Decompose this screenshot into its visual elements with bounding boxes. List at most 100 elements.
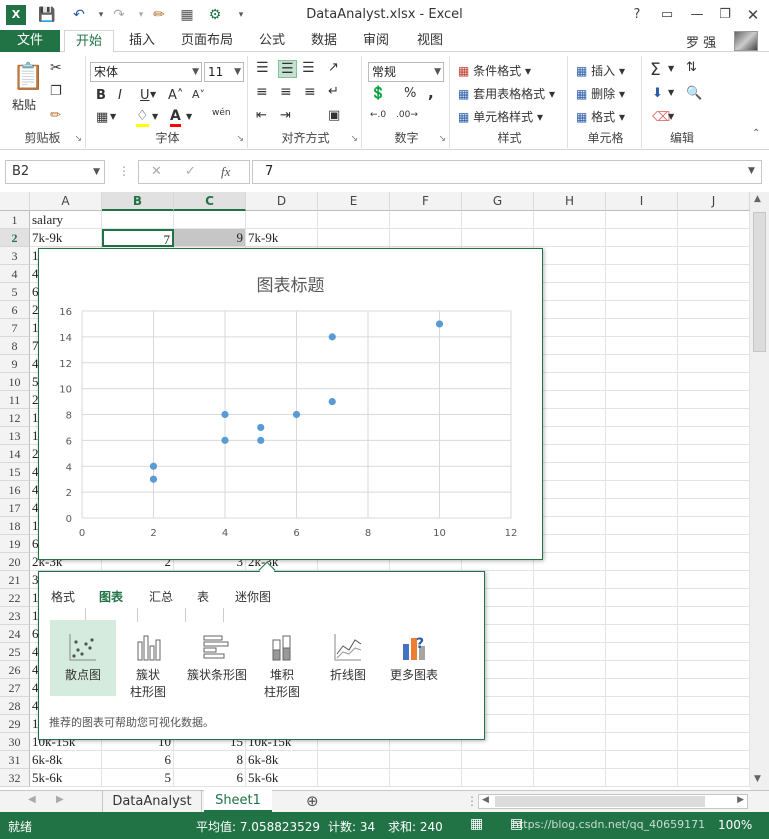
cell-i22[interactable] [606,589,678,607]
delete-cells-button[interactable]: ▦ 删除 ▾ [576,85,625,102]
row-header[interactable]: 15 [0,463,30,481]
cell-f31[interactable] [390,751,462,769]
cell-a31[interactable]: 6k-8k [30,751,102,769]
comma-button[interactable]: , [428,84,434,102]
cell-e32[interactable] [318,769,390,787]
cell-e31[interactable] [318,751,390,769]
cell-i21[interactable] [606,571,678,589]
cell-i17[interactable] [606,499,678,517]
sheet-tab-sheet1[interactable]: Sheet1 [204,790,272,812]
underline-button[interactable]: U [140,88,150,103]
borders-dropdown-icon[interactable]: ▼ [110,112,116,121]
cell-i4[interactable] [606,265,678,283]
cell-h1[interactable] [534,211,606,229]
cell-d31[interactable]: 6k-8k [246,751,318,769]
cell-j25[interactable] [678,643,750,661]
row-header[interactable]: 31 [0,751,30,769]
cell-h16[interactable] [534,481,606,499]
cell-g1[interactable] [462,211,534,229]
cell-a2[interactable]: 7k-9k [30,229,102,247]
cell-g31[interactable] [462,751,534,769]
row-header[interactable]: 21 [0,571,30,589]
close-icon[interactable]: ✕ [740,4,766,26]
formula-input[interactable]: 7 [252,160,762,184]
insert-function-button[interactable]: fx [221,161,230,183]
align-center-icon[interactable]: ≡ [280,84,292,100]
cell-i12[interactable] [606,409,678,427]
increase-decimal-icon[interactable]: ←.0 [370,110,386,120]
cell-j22[interactable] [678,589,750,607]
qa-clustered-column-button[interactable]: 簇状 柱形图 [115,620,181,699]
alignment-launcher-icon[interactable]: ↘ [350,134,358,144]
row-header[interactable]: 22 [0,589,30,607]
cell-b31[interactable]: 6 [102,751,174,769]
font-name-combo[interactable]: 宋体 ▼ [90,62,202,82]
cell-i14[interactable] [606,445,678,463]
column-header-d[interactable]: D [246,192,318,211]
cell-j1[interactable] [678,211,750,229]
cell-i20[interactable] [606,553,678,571]
zoom-level[interactable]: 100% [718,818,752,832]
cell-e1[interactable] [318,211,390,229]
decrease-decimal-icon[interactable]: .00→ [396,110,418,120]
cell-h12[interactable] [534,409,606,427]
row-header[interactable]: 10 [0,373,30,391]
cancel-icon[interactable]: ✕ [151,161,162,183]
cell-j32[interactable] [678,769,750,787]
cell-i32[interactable] [606,769,678,787]
cell-d2[interactable]: 7k-9k [246,229,318,247]
vertical-scrollbar[interactable]: ▲ ▼ [750,192,769,790]
cell-j9[interactable] [678,355,750,373]
cell-i23[interactable] [606,607,678,625]
column-header-a[interactable]: A [30,192,102,211]
cell-j21[interactable] [678,571,750,589]
autosum-icon[interactable]: Σ [650,60,661,80]
cell-d32[interactable]: 5k-6k [246,769,318,787]
row-header[interactable]: 24 [0,625,30,643]
row-header[interactable]: 12 [0,409,30,427]
cell-i11[interactable] [606,391,678,409]
cell-i24[interactable] [606,625,678,643]
merge-center-icon[interactable]: ▣ [328,108,340,123]
cell-h14[interactable] [534,445,606,463]
number-launcher-icon[interactable]: ↘ [438,134,446,144]
scroll-down-icon[interactable]: ▼ [754,774,761,784]
cell-j26[interactable] [678,661,750,679]
italic-button[interactable]: I [118,88,122,103]
name-box[interactable]: B2 ▼ [5,160,105,184]
font-color-icon[interactable]: A [170,108,181,127]
qa-tab-tables[interactable]: 表 [197,588,209,605]
sort-filter-icon[interactable]: ⇅ [686,60,697,75]
cell-h22[interactable] [534,589,606,607]
cell-i6[interactable] [606,301,678,319]
qa-tab-totals[interactable]: 汇总 [149,588,173,605]
qa-scatter-button[interactable]: 散点图 [50,620,116,696]
cell-c2[interactable]: 9 [174,229,246,247]
add-sheet-icon[interactable]: ⊕ [306,792,319,810]
format-painter-button-icon[interactable]: ✏ [50,108,61,123]
qa-more-charts-button[interactable]: ? 更多图表 [381,620,447,696]
horizontal-scrollbar[interactable]: ◀ ▶ [478,794,748,809]
underline-dropdown-icon[interactable]: ▼ [150,90,156,99]
cell-i5[interactable] [606,283,678,301]
cell-j15[interactable] [678,463,750,481]
cell-j14[interactable] [678,445,750,463]
row-header[interactable]: 3 [0,247,30,265]
cell-g2[interactable] [462,229,534,247]
column-header-g[interactable]: G [462,192,534,211]
cell-j24[interactable] [678,625,750,643]
cell-i15[interactable] [606,463,678,481]
row-header[interactable]: 14 [0,445,30,463]
cell-b32[interactable]: 5 [102,769,174,787]
row-header[interactable]: 8 [0,337,30,355]
cell-i9[interactable] [606,355,678,373]
align-left-icon[interactable]: ≡ [256,84,268,100]
qa-tab-format[interactable]: 格式 [51,588,75,605]
cell-j2[interactable] [678,229,750,247]
tab-split-grip-icon[interactable]: ⋮ [466,794,478,808]
increase-indent-icon[interactable]: ⇥ [280,108,291,123]
cell-h27[interactable] [534,679,606,697]
horizontal-scroll-thumb[interactable] [495,796,705,807]
align-right-icon[interactable]: ≡ [304,84,316,100]
cell-i25[interactable] [606,643,678,661]
